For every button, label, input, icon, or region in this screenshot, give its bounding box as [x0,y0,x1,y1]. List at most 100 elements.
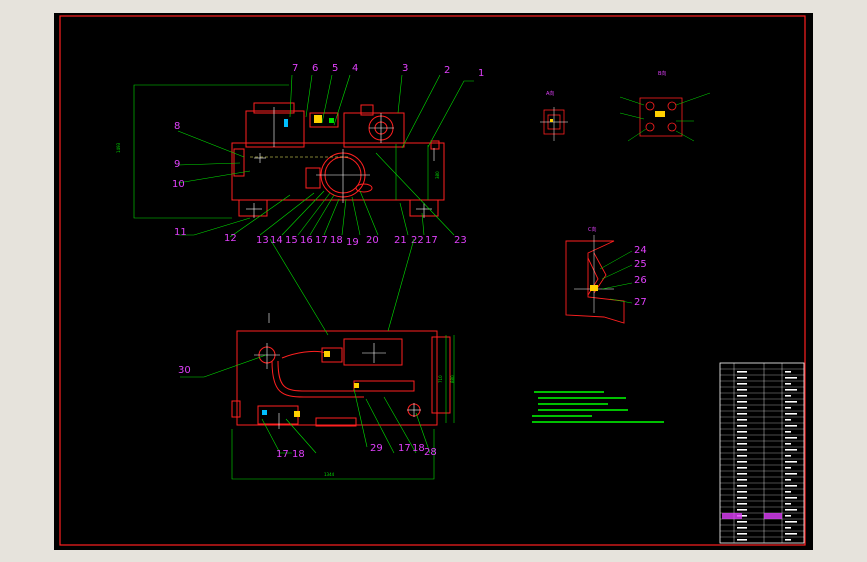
title-block-text-mark [785,395,791,397]
title-block-text-mark [737,413,747,415]
title-block-text-mark [785,503,791,505]
title-block-text-mark [737,419,747,421]
svg-text:710: 710 [438,375,443,383]
title-block-text-mark [785,515,791,517]
title-block-text-mark [785,377,797,379]
sheet-border [59,15,806,546]
title-block-text-mark [785,443,791,445]
title-block-text-mark [737,377,747,379]
callout-label: 29 [370,443,383,454]
title-block-text-mark [785,425,797,427]
callout-label: 10 [172,179,185,190]
front-view [231,102,445,217]
title-block-text-mark [737,425,747,427]
callout-label: 18 [412,443,425,454]
title-block-text-mark [785,485,797,487]
title-block-text-mark [737,401,747,403]
plan-view-dimensions [231,335,455,480]
title-block-text-mark [737,395,747,397]
callout-label: 22 [411,235,424,246]
title-block-text-mark [785,473,797,475]
title-block-text-mark [785,509,797,511]
title-block-text-mark [737,485,747,487]
front-view-centerlines [246,107,435,218]
title-block-text-mark [785,371,791,373]
title-block-text-mark [737,497,747,499]
callout-label: 28 [424,447,437,458]
svg-text:1344: 1344 [324,472,335,477]
callout-label: 23 [454,235,467,246]
detail-view-b: B向 [619,70,711,142]
title-block-text-mark [737,443,747,445]
callout-label: 2 [444,65,450,76]
callout-label: 17 [276,449,289,460]
callout-label: 9 [174,159,180,170]
title-block-text-mark [737,503,747,505]
title-block-text-mark [737,449,747,451]
plan-view-labels: 30 17 18 29 17 18 28 [178,365,437,460]
title-block-text-mark [785,455,791,457]
callout-label: 7 [292,63,298,74]
title-block-text-mark [785,527,791,529]
svg-text:380: 380 [435,171,440,179]
front-view-accents [284,115,334,127]
title-block-text-mark [785,401,797,403]
cad-drawing: 1493 380 7 6 5 4 3 2 1 8 9 10 11 12 13 1… [59,15,806,546]
title-block-text-mark [737,383,747,385]
callout-label: 3 [402,63,408,74]
title-block-text-mark [737,479,747,481]
title-block-text-mark [785,491,791,493]
front-view-leaders [177,74,474,238]
callout-label: 19 [346,237,359,248]
callout-label: 25 [634,259,647,270]
title-block-text-mark [785,449,797,451]
title-block-text-mark [737,533,747,535]
detail-title: C向 [588,226,597,233]
callout-label: 8 [174,121,180,132]
title-block-text-mark [737,473,747,475]
title-block-text-mark [785,383,791,385]
title-block-text-mark [785,431,791,433]
callout-label: 24 [634,245,647,256]
callout-label: 5 [332,63,338,74]
cad-viewport: 1493 380 7 6 5 4 3 2 1 8 9 10 11 12 13 1… [0,0,867,562]
detail-title: B向 [658,70,666,77]
title-block-text-mark [737,431,747,433]
callout-label: 18 [330,235,343,246]
callout-label: 18 [292,449,305,460]
title-block-text-mark [737,527,747,529]
title-block-text-mark [737,539,747,541]
callout-label: 17 [425,235,438,246]
plan-view-leaders [180,238,431,454]
callout-label: 6 [312,63,318,74]
callout-label: 1 [478,68,484,79]
title-block-text-mark [785,461,797,463]
title-block-text-mark [737,509,747,511]
drawing-sheet: 1493 380 7 6 5 4 3 2 1 8 9 10 11 12 13 1… [54,13,813,550]
callout-label: 13 [256,235,269,246]
title-block-text-mark [785,467,791,469]
callout-label: 20 [366,235,379,246]
title-block-text-mark [737,521,747,523]
title-block-text-mark [737,467,747,469]
title-block-text-mark [737,407,747,409]
title-block-text-mark [737,455,747,457]
title-block [719,362,805,544]
detail-title: A向 [546,90,554,97]
callout-label: 21 [394,235,407,246]
title-block-text-mark [785,521,797,523]
title-block-text-mark [785,419,791,421]
callout-label: 30 [178,365,191,376]
plan-view-centerlines [254,313,421,429]
front-view-labels: 7 6 5 4 3 2 1 8 9 10 11 12 13 14 15 16 1… [172,63,484,248]
svg-text:1493: 1493 [116,142,121,153]
title-block-text-mark [737,371,747,373]
title-block-text-mark [785,539,791,541]
title-block-text-mark [785,497,797,499]
svg-text:880: 880 [450,375,455,383]
detail-view-c: C向 24 25 26 27 [565,226,647,324]
callout-label: 26 [634,275,647,286]
title-block-text-mark [785,479,791,481]
callout-label: 12 [224,233,237,244]
detail-view-a: A向 [540,90,568,141]
